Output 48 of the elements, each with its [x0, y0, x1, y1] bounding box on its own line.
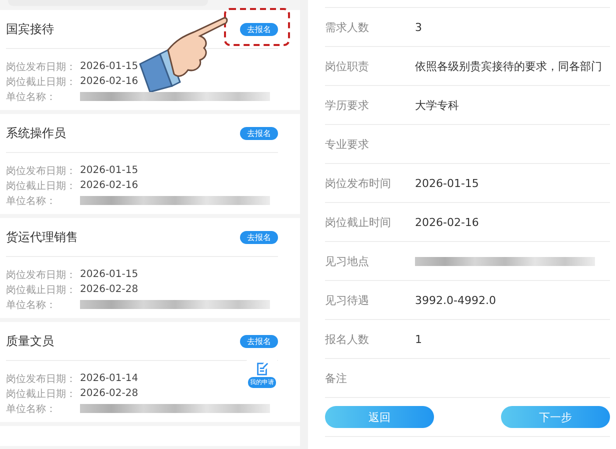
detail-value: 2026-02-16	[415, 216, 479, 228]
field-label: 岗位发布日期：	[6, 164, 77, 178]
detail-label: 报名人数	[325, 332, 370, 346]
job-title: 质量文员	[6, 332, 54, 350]
deadline-date: 2026-02-16	[80, 76, 138, 87]
field-label: 单位名称：	[6, 90, 57, 104]
field-label: 岗位截止日期：	[6, 388, 77, 400]
apply-button[interactable]: 去报名	[240, 22, 278, 36]
field-label: 岗位发布日期：	[6, 372, 77, 386]
detail-label: 需求人数	[325, 20, 370, 34]
detail-label: 岗位发布时间	[325, 176, 392, 190]
deadline-date: 2026-02-16	[80, 180, 138, 191]
detail-label: 岗位职责	[325, 58, 370, 74]
deadline-date: 2026-02-28	[80, 284, 138, 295]
detail-value: 大学专科	[415, 98, 459, 112]
detail-value: 3992.0-4992.0	[415, 294, 496, 306]
job-title: 货运代理销售	[6, 228, 78, 246]
apply-button[interactable]: 去报名	[240, 334, 278, 348]
field-label: 岗位截止日期：	[6, 284, 77, 296]
field-label: 单位名称：	[6, 194, 57, 208]
publish-date: 2026-01-14	[80, 373, 138, 384]
job-title: 国宾接待	[6, 20, 54, 38]
document-icon	[255, 360, 269, 376]
deadline-date: 2026-02-28	[80, 388, 138, 399]
next-button[interactable]: 下一步	[501, 406, 610, 428]
field-label: 单位名称：	[6, 402, 57, 416]
detail-value: 3	[415, 20, 422, 34]
publish-date: 2026-01-15	[80, 61, 138, 72]
apply-button[interactable]: 去报名	[240, 230, 278, 244]
detail-value: 1	[415, 332, 422, 346]
publish-date: 2026-01-15	[80, 165, 138, 176]
detail-label: 见习地点	[325, 254, 370, 268]
detail-label: 学历要求	[325, 98, 370, 112]
field-label: 岗位发布日期：	[6, 268, 77, 282]
field-label: 岗位发布日期：	[6, 60, 77, 74]
field-label: 岗位截止日期：	[6, 180, 77, 192]
field-label: 单位名称：	[6, 298, 57, 312]
back-button[interactable]: 返回	[325, 406, 434, 428]
detail-label: 备注	[325, 370, 348, 386]
apply-button[interactable]: 去报名	[240, 126, 278, 140]
job-title: 系统操作员	[6, 124, 66, 142]
field-label: 岗位截止日期：	[6, 76, 77, 88]
detail-label: 专业要求	[325, 136, 370, 152]
publish-date: 2026-01-15	[80, 269, 138, 280]
detail-label: 岗位截止时间	[325, 214, 392, 230]
detail-value: 依照各级别贵宾接待的要求，同各部门	[415, 58, 602, 74]
detail-value: 2026-01-15	[415, 176, 479, 190]
detail-label: 见习待遇	[325, 292, 370, 308]
